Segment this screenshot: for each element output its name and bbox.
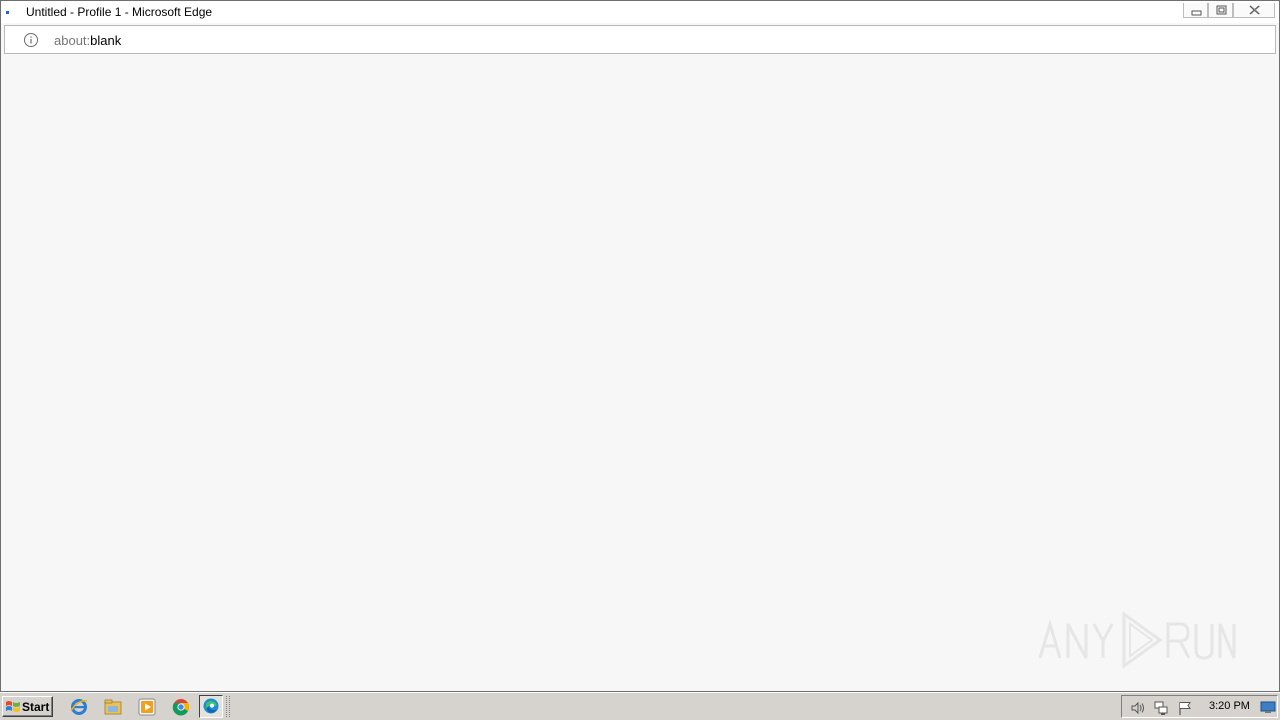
- chrome-icon[interactable]: [171, 697, 191, 717]
- taskbar-edge-active[interactable]: [199, 695, 223, 718]
- browser-window: Untitled - Profile 1 - Microsoft Edge ab: [0, 0, 1280, 692]
- media-player-icon[interactable]: [137, 697, 157, 717]
- start-label: Start: [22, 700, 50, 714]
- anyrun-watermark-logo: [1038, 611, 1236, 669]
- close-button[interactable]: [1233, 3, 1275, 18]
- edge-icon: [203, 698, 219, 714]
- system-tray: 3:20 PM: [1121, 695, 1278, 718]
- taskbar-grip[interactable]: [226, 696, 230, 717]
- window-title: Untitled - Profile 1 - Microsoft Edge: [26, 5, 213, 19]
- volume-icon[interactable]: [1129, 700, 1145, 716]
- network-icon[interactable]: [1153, 700, 1169, 716]
- show-desktop-icon[interactable]: [1260, 699, 1276, 715]
- url-path: blank: [90, 33, 122, 48]
- page-content[interactable]: [2, 55, 1278, 691]
- clock[interactable]: 3:20 PM: [1209, 700, 1250, 712]
- info-icon[interactable]: [23, 32, 39, 48]
- file-explorer-icon[interactable]: [103, 697, 123, 717]
- start-button[interactable]: Start: [2, 696, 53, 717]
- windows-flag-icon: [6, 701, 20, 712]
- url-scheme: about:: [54, 33, 91, 48]
- internet-explorer-icon[interactable]: [69, 697, 89, 717]
- action-center-flag-icon[interactable]: [1177, 700, 1193, 716]
- restore-icon: [1216, 5, 1227, 15]
- taskbar: Start 3:20 PM: [0, 692, 1280, 720]
- close-icon: [1249, 5, 1261, 15]
- url-text[interactable]: about:blank: [54, 33, 121, 48]
- edge-small-icon: [6, 11, 9, 14]
- minimize-button[interactable]: [1183, 3, 1208, 18]
- minimize-icon: [1191, 10, 1202, 16]
- title-bar[interactable]: Untitled - Profile 1 - Microsoft Edge: [1, 1, 1279, 23]
- restore-button[interactable]: [1208, 3, 1233, 18]
- address-bar[interactable]: about:blank: [4, 25, 1276, 54]
